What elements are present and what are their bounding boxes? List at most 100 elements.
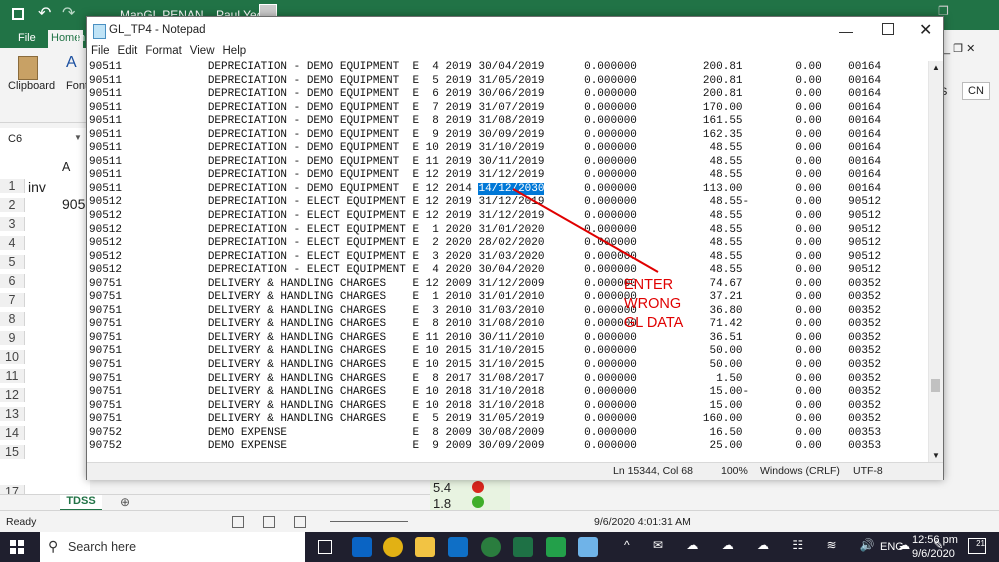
gl-line[interactable]: 90511 DEPRECIATION - DEMO EQUIPMENT E 10… bbox=[89, 142, 927, 156]
gl-date[interactable]: 30/11/2010 bbox=[478, 332, 544, 344]
row-number[interactable]: 13 bbox=[0, 407, 25, 421]
outlook-icon[interactable] bbox=[352, 537, 372, 557]
name-box[interactable]: C6 bbox=[8, 133, 22, 145]
menu-view[interactable]: View bbox=[190, 45, 215, 57]
gl-line[interactable]: 90512 DEPRECIATION - ELECT EQUIPMENT E 3… bbox=[89, 251, 927, 265]
bg-cell-value[interactable]: 1.8 bbox=[433, 496, 451, 511]
cell-a1[interactable]: inv bbox=[28, 179, 46, 195]
gl-date[interactable]: 30/09/2019 bbox=[478, 129, 544, 141]
gl-date[interactable]: 28/02/2020 bbox=[478, 237, 544, 249]
gl-line[interactable]: 90511 DEPRECIATION - DEMO EQUIPMENT E 12… bbox=[89, 182, 927, 197]
menu-help[interactable]: Help bbox=[223, 45, 247, 57]
gl-date[interactable]: 31/08/2010 bbox=[478, 318, 544, 330]
gl-line[interactable]: 90752 DEMO EXPENSE E 9 2009 30/09/2009 0… bbox=[89, 440, 927, 454]
gl-date[interactable]: 31/01/2020 bbox=[478, 224, 544, 236]
gl-line[interactable]: 90751 DELIVERY & HANDLING CHARGES E 8 20… bbox=[89, 373, 927, 387]
gl-date[interactable]: 31/10/2015 bbox=[478, 345, 544, 357]
undo-icon[interactable]: ↶ bbox=[38, 3, 51, 23]
vertical-scrollbar[interactable]: ▲ ▼ bbox=[928, 61, 943, 464]
row-number[interactable]: 4 bbox=[0, 236, 25, 250]
gl-line[interactable]: 90511 DEPRECIATION - DEMO EQUIPMENT E 8 … bbox=[89, 115, 927, 129]
add-sheet-icon[interactable]: ⊕ bbox=[120, 495, 130, 509]
gl-date[interactable]: 31/03/2020 bbox=[478, 251, 544, 263]
gl-date[interactable]: 14/12/2030 bbox=[478, 182, 545, 195]
gl-date[interactable]: 30/11/2019 bbox=[478, 156, 544, 168]
row-number[interactable]: 5 bbox=[0, 255, 25, 269]
gl-date[interactable]: 31/10/2015 bbox=[478, 359, 544, 371]
window-controls[interactable]: _ ❐ ✕ bbox=[944, 42, 975, 55]
paste-icon[interactable] bbox=[18, 56, 38, 80]
language-indicator[interactable]: ENG bbox=[880, 541, 904, 553]
gl-line[interactable]: 90751 DELIVERY & HANDLING CHARGES E 1 20… bbox=[89, 291, 927, 305]
gl-line[interactable]: 90751 DELIVERY & HANDLING CHARGES E 10 2… bbox=[89, 345, 927, 359]
clock-date[interactable]: 9/6/2020 bbox=[912, 548, 955, 560]
gl-date[interactable]: 31/10/2018 bbox=[478, 386, 544, 398]
gl-date[interactable]: 31/12/2019 bbox=[478, 169, 544, 181]
gl-date[interactable]: 31/03/2010 bbox=[478, 305, 544, 317]
gl-date[interactable]: 31/12/2019 bbox=[478, 196, 544, 208]
gl-date[interactable]: 31/12/2019 bbox=[478, 210, 544, 222]
bg-cell-value[interactable]: 5.4 bbox=[433, 480, 451, 495]
gl-line[interactable]: 90511 DEPRECIATION - DEMO EQUIPMENT E 6 … bbox=[89, 88, 927, 102]
excel-icon[interactable] bbox=[513, 537, 533, 557]
chevron-down-icon[interactable]: ▼ bbox=[74, 133, 82, 142]
gl-line[interactable]: 90751 DELIVERY & HANDLING CHARGES E 10 2… bbox=[89, 359, 927, 373]
gl-line[interactable]: 90751 DELIVERY & HANDLING CHARGES E 11 2… bbox=[89, 332, 927, 346]
tray-icons[interactable]: ^ ✉ ☁ ☁ ☁ ☷ ≋ 🔊 ☁ ✎ bbox=[624, 538, 954, 552]
paint-icon[interactable] bbox=[578, 537, 598, 557]
gl-date[interactable]: 31/07/2019 bbox=[478, 102, 544, 114]
gl-date[interactable]: 30/04/2019 bbox=[478, 61, 544, 73]
save-icon[interactable] bbox=[12, 8, 24, 20]
gl-date[interactable]: 31/10/2019 bbox=[478, 142, 544, 154]
page-layout-icon[interactable] bbox=[263, 516, 275, 528]
gl-line[interactable]: 90751 DELIVERY & HANDLING CHARGES E 8 20… bbox=[89, 318, 927, 332]
cell-a2[interactable]: 905 bbox=[62, 196, 85, 212]
notification-icon[interactable]: 21 bbox=[968, 538, 986, 554]
gl-line[interactable]: 90752 DEMO EXPENSE E 8 2009 30/08/2009 0… bbox=[89, 427, 927, 441]
row-number[interactable]: 9 bbox=[0, 331, 25, 345]
gl-date[interactable]: 31/01/2010 bbox=[478, 291, 544, 303]
right-tab-cn[interactable]: CN bbox=[962, 82, 990, 100]
row-number[interactable]: 7 bbox=[0, 293, 25, 307]
font-color-icon[interactable]: A bbox=[66, 54, 77, 72]
minimize-icon[interactable]: — bbox=[839, 23, 853, 39]
row-number[interactable]: 15 bbox=[0, 445, 25, 459]
gl-date[interactable]: 31/12/2009 bbox=[478, 278, 544, 290]
sheet-tab-tdss[interactable]: TDSS bbox=[60, 495, 102, 511]
gl-date[interactable]: 30/09/2009 bbox=[478, 440, 544, 452]
excel-grid[interactable]: A inv 905 1 2 3 4 5 6 7 8 9 10 11 12 13 … bbox=[0, 152, 90, 499]
maximize-icon[interactable] bbox=[882, 23, 894, 35]
gl-line[interactable]: 90511 DEPRECIATION - DEMO EQUIPMENT E 7 … bbox=[89, 102, 927, 116]
gl-date[interactable]: 31/05/2019 bbox=[478, 413, 544, 425]
page-break-icon[interactable] bbox=[294, 516, 306, 528]
row-number[interactable]: 10 bbox=[0, 350, 25, 364]
mail-icon[interactable] bbox=[448, 537, 468, 557]
scroll-up-icon[interactable]: ▲ bbox=[932, 63, 940, 72]
scroll-thumb[interactable] bbox=[931, 379, 940, 392]
clock-time[interactable]: 12:56 pm bbox=[912, 534, 958, 546]
row-number[interactable]: 6 bbox=[0, 274, 25, 288]
windows-start-icon[interactable] bbox=[10, 540, 24, 554]
row-number[interactable]: 8 bbox=[0, 312, 25, 326]
gl-line[interactable]: 90512 DEPRECIATION - ELECT EQUIPMENT E 1… bbox=[89, 224, 927, 238]
gl-date[interactable]: 31/05/2019 bbox=[478, 75, 544, 87]
gl-line[interactable]: 90512 DEPRECIATION - ELECT EQUIPMENT E 2… bbox=[89, 237, 927, 251]
gl-line[interactable]: 90511 DEPRECIATION - DEMO EQUIPMENT E 9 … bbox=[89, 129, 927, 143]
menu-format[interactable]: Format bbox=[145, 45, 181, 57]
row-number[interactable]: 11 bbox=[0, 369, 25, 383]
row-number[interactable]: 12 bbox=[0, 388, 25, 402]
taskbar-search[interactable]: ⚲ Search here bbox=[40, 532, 305, 562]
gl-date[interactable]: 30/04/2020 bbox=[478, 264, 544, 276]
close-icon[interactable]: ✕ bbox=[919, 20, 932, 40]
file-explorer-icon[interactable] bbox=[415, 537, 435, 557]
column-header-a[interactable]: A bbox=[62, 160, 70, 174]
gl-line[interactable]: 90512 DEPRECIATION - ELECT EQUIPMENT E 1… bbox=[89, 196, 927, 210]
notepad-text-area[interactable]: 90511 DEPRECIATION - DEMO EQUIPMENT E 4 … bbox=[89, 61, 927, 467]
gl-date[interactable]: 31/08/2019 bbox=[478, 115, 544, 127]
gl-line[interactable]: 90751 DELIVERY & HANDLING CHARGES E 5 20… bbox=[89, 413, 927, 427]
s-app-icon[interactable] bbox=[546, 537, 566, 557]
menu-edit[interactable]: Edit bbox=[118, 45, 138, 57]
redo-icon[interactable]: ↷ bbox=[62, 3, 75, 23]
app-icon[interactable] bbox=[481, 537, 501, 557]
scroll-down-icon[interactable]: ▼ bbox=[932, 451, 940, 460]
